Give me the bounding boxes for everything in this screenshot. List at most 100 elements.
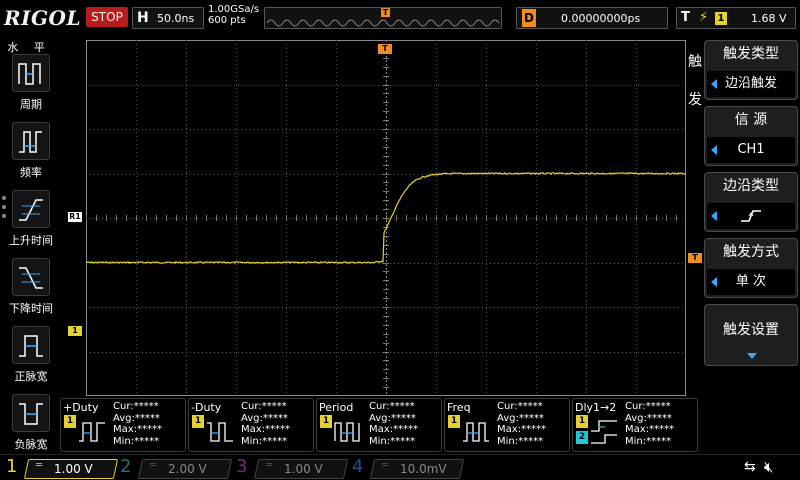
menu-item-rise-time[interactable]: 上升时间 xyxy=(4,190,58,254)
menu-item-fall-time[interactable]: 下降时间 xyxy=(4,258,58,322)
run-stop-indicator[interactable]: STOP xyxy=(86,7,128,27)
positive-duty-icon xyxy=(79,422,105,442)
channel-number: 3 xyxy=(236,456,248,477)
tab-char: 发 xyxy=(688,92,702,108)
menu-tab-trigger: 触 发 xyxy=(686,40,704,166)
dc-coupling-icon: ═ xyxy=(266,460,273,471)
trigger-type-button[interactable]: 触发类型 边沿触发 xyxy=(704,40,798,100)
measurement-title: Period xyxy=(319,401,354,414)
channel-badge: 1 xyxy=(320,415,332,428)
selector-arrow-icon xyxy=(711,79,717,89)
channel-number: 4 xyxy=(352,456,364,477)
channel-scale: 2.00 V xyxy=(168,462,207,476)
edge-type-button[interactable]: 边沿类型 xyxy=(704,172,798,232)
dc-coupling-icon: ═ xyxy=(150,460,157,471)
negative-width-icon xyxy=(12,394,50,432)
measurement-bar: +Duty 1 Cur:***** Avg:***** Max:***** Min:*… xyxy=(60,398,700,452)
trigger-position-marker: T xyxy=(381,8,390,17)
measurement-frequency[interactable]: Freq 1 Cur:***** Avg:***** Max:***** Min:**… xyxy=(444,398,570,452)
channel-scale: 1.00 V xyxy=(54,462,93,476)
positive-width-icon xyxy=(12,326,50,364)
channel-number: 2 xyxy=(120,456,132,477)
measurement-negative-duty[interactable]: -Duty 1 Cur:***** Avg:***** Max:***** Min:*… xyxy=(188,398,314,452)
selector-arrow-icon xyxy=(711,277,717,287)
menu-item-label: 频率 xyxy=(20,166,42,179)
period-icon xyxy=(334,422,360,442)
source-button[interactable]: 信 源 CH1 xyxy=(704,106,798,166)
waveform-display[interactable] xyxy=(86,40,686,396)
button-value: 单 次 xyxy=(707,269,795,295)
mute-icon[interactable]: 🔇︎ xyxy=(764,458,773,476)
button-value xyxy=(707,203,795,229)
delay-box[interactable]: D 0.00000000ps xyxy=(516,7,668,29)
delay-icon xyxy=(591,420,617,444)
delay-label: D xyxy=(522,9,536,27)
tab-char: 触 xyxy=(688,54,702,70)
channel-badge-2: 2 xyxy=(576,431,588,444)
measurement-title: Dly1→2 xyxy=(575,401,617,414)
menu-item-period[interactable]: 周期 xyxy=(4,54,58,118)
measurement-delay[interactable]: Dly1→2 1 2 Cur:***** Avg:***** Max:***** Mi… xyxy=(572,398,698,452)
channel-scale: 1.00 V xyxy=(284,462,323,476)
channel-badge: 1 xyxy=(576,415,588,428)
trigger-settings-button[interactable]: 触发设置 xyxy=(704,304,798,366)
channel-1-status[interactable]: 1 ═ 1.00 V xyxy=(6,456,119,480)
channel-badge: 1 xyxy=(64,415,76,428)
trigger-time-marker[interactable]: T xyxy=(378,44,392,54)
fall-time-icon xyxy=(12,258,50,296)
measurement-stats: Cur:***** Avg:***** Max:***** Min:***** xyxy=(369,401,419,447)
channel-4-status[interactable]: 4 ═ 10.0mV xyxy=(352,456,465,480)
channel-scale: 10.0mV xyxy=(400,462,447,476)
menu-item-label: 负脉宽 xyxy=(14,438,48,451)
negative-duty-icon xyxy=(207,422,233,442)
timebase-box[interactable]: H 50.0ns xyxy=(132,7,204,29)
memory-depth: 600 pts xyxy=(208,15,246,26)
trigger-status-box[interactable]: T ⚡ 1 1.68 V xyxy=(676,7,796,29)
button-caption: 触发方式 xyxy=(723,244,779,260)
menu-item-label: 下降时间 xyxy=(9,302,53,315)
top-status-bar: RIGOL STOP H 50.0ns 1.00GSa/s 600 pts T … xyxy=(0,0,800,36)
period-icon xyxy=(12,54,50,92)
delay-value: 0.00000000ps xyxy=(561,12,641,25)
selector-arrow-icon xyxy=(711,145,717,155)
sweep-mode-button[interactable]: 触发方式 单 次 xyxy=(704,238,798,298)
measurement-stats: Cur:***** Avg:***** Max:***** Min:***** xyxy=(497,401,547,447)
rising-edge-icon xyxy=(741,210,761,222)
usb-icon: ⇆ xyxy=(744,459,756,475)
frequency-icon xyxy=(12,122,50,160)
menu-item-negative-width[interactable]: 负脉宽 xyxy=(4,394,58,458)
button-caption: 触发设置 xyxy=(723,322,779,338)
chevron-down-icon xyxy=(747,353,757,359)
rise-time-icon xyxy=(12,190,50,228)
trigger-label: T xyxy=(681,10,690,25)
reference-marker-r1[interactable]: R1 xyxy=(68,212,82,222)
measurement-positive-duty[interactable]: +Duty 1 Cur:***** Avg:***** Max:***** Min:*… xyxy=(60,398,186,452)
menu-item-frequency[interactable]: 频率 xyxy=(4,122,58,186)
channel-number: 1 xyxy=(6,456,18,477)
channel-badge: 1 xyxy=(448,415,460,428)
dc-coupling-icon: ═ xyxy=(382,460,389,471)
button-caption: 触发类型 xyxy=(723,46,779,62)
trigger-menu: 触 发 触发类型 边沿触发 信 源 CH1 边沿类型 触发方式 单 次 触发设置 xyxy=(686,36,800,454)
menu-item-label: 上升时间 xyxy=(9,234,53,247)
memory-position-bar[interactable]: T xyxy=(264,7,502,29)
channel-2-status[interactable]: 2 ═ 2.00 V xyxy=(120,456,233,480)
channel-3-status[interactable]: 3 ═ 1.00 V xyxy=(236,456,349,480)
brand-logo: RIGOL xyxy=(4,6,82,30)
frequency-icon xyxy=(463,422,489,442)
menu-title: 水 平 xyxy=(7,41,51,54)
channel-badge: 1 xyxy=(192,415,204,428)
trigger-source-badge: 1 xyxy=(715,12,727,25)
measurement-period[interactable]: Period 1 Cur:***** Avg:***** Max:***** Min:… xyxy=(316,398,442,452)
button-caption: 边沿类型 xyxy=(723,178,779,194)
sample-info: 1.00GSa/s 600 pts xyxy=(208,4,259,26)
menu-item-positive-width[interactable]: 正脉宽 xyxy=(4,326,58,390)
menu-item-label: 周期 xyxy=(20,98,42,111)
ch1-offset-marker[interactable]: 1 xyxy=(68,326,82,336)
measurement-stats: Cur:***** Avg:***** Max:***** Min:***** xyxy=(241,401,291,447)
measurement-title: -Duty xyxy=(191,401,222,414)
horizontal-measure-menu: 水 平 周期 频率 上升时间 下降时间 正脉宽 负脉宽 xyxy=(0,36,62,454)
channel-status-bar: 1 ═ 1.00 V 2 ═ 2.00 V 3 ═ 1.00 V 4 ═ 10.… xyxy=(0,454,800,480)
trigger-level: 1.68 V xyxy=(751,12,787,25)
button-caption: 信 源 xyxy=(734,112,768,128)
